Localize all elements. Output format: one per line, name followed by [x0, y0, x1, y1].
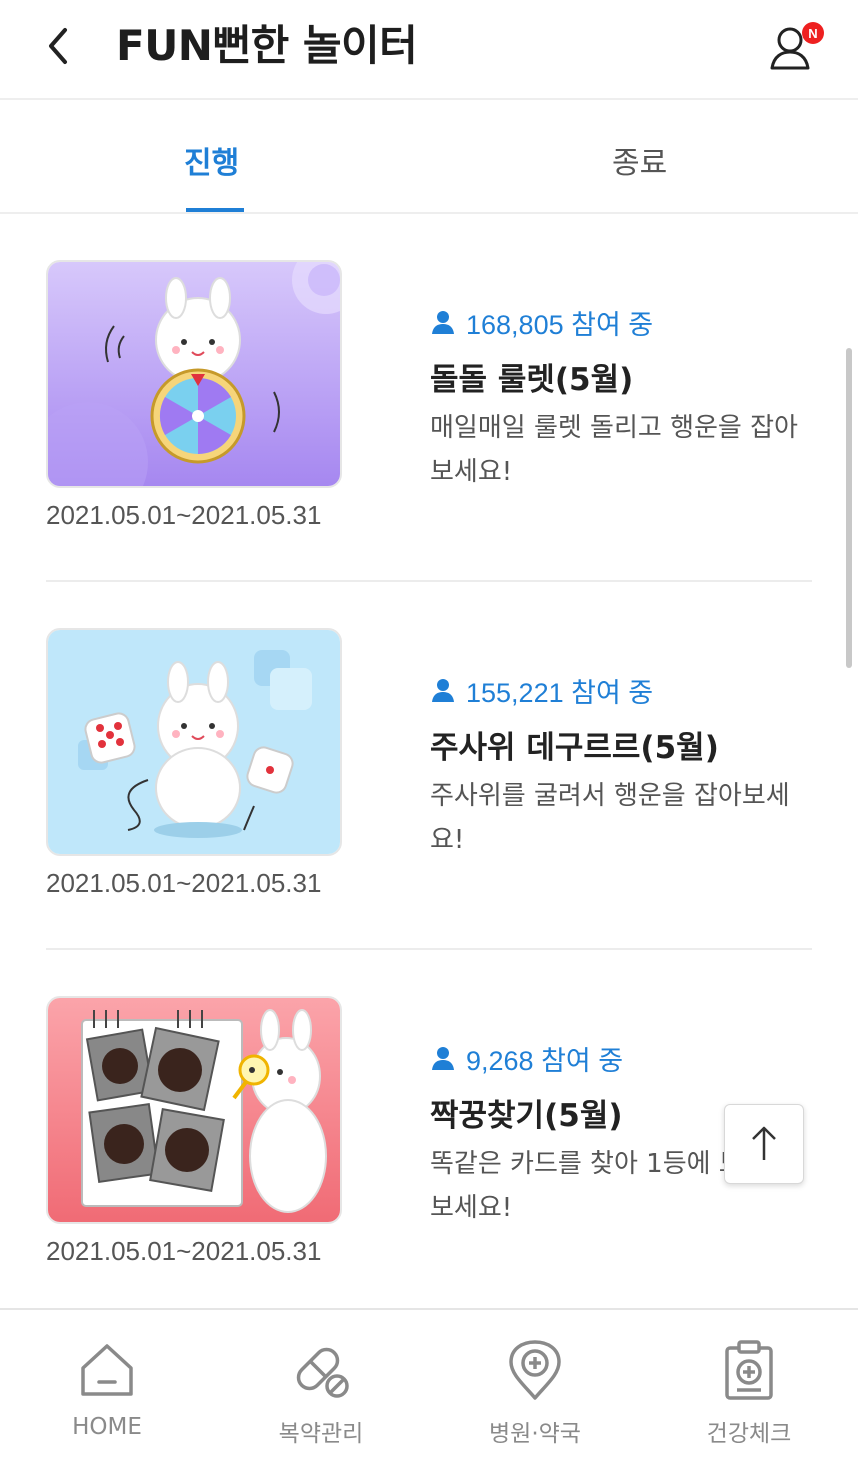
list-item[interactable]: 2021.05.01~2021.05.31 168,805 참여 중 돌돌 룰렛…	[46, 214, 812, 582]
event-period: 2021.05.01~2021.05.31	[46, 500, 322, 530]
profile-button[interactable]: N	[768, 22, 824, 74]
item-title[interactable]: 돌돌 룰렛(5월)	[430, 360, 820, 400]
person-icon	[432, 679, 454, 702]
nav-home[interactable]: HOME	[0, 1310, 214, 1470]
scroll-to-top-button[interactable]	[724, 1104, 804, 1184]
item-description: 매일매일 룰렛 돌리고 행운을 잡아보세요!	[430, 413, 798, 487]
item-info: 155,221 참여 중 주사위 데구르르(5월) 주사위를 굴려서 행운을 잡…	[430, 672, 820, 862]
location-pin-plus-icon	[509, 1340, 561, 1400]
participant-text: 168,805 참여 중	[466, 309, 654, 340]
arrow-up-icon	[752, 1126, 776, 1160]
list-item[interactable]: 2021.05.01~2021.05.31 155,221 참여 중 주사위 데…	[46, 582, 812, 950]
nav-label: 복약관리	[278, 1421, 364, 1447]
participant-count: 168,805 참여 중	[430, 304, 820, 340]
notification-badge: N	[802, 22, 824, 44]
nav-label: 병원·약국	[489, 1421, 581, 1447]
participant-text: 155,221 참여 중	[466, 677, 654, 708]
clipboard-plus-icon	[725, 1340, 773, 1400]
roulette-thumbnail[interactable]	[46, 260, 342, 488]
tab-ended[interactable]: 종료	[612, 144, 667, 184]
app-header: FUN뻔한 놀이터 N	[0, 0, 858, 100]
person-icon	[432, 1047, 454, 1070]
item-description: 주사위를 굴려서 행운을 잡아보세요!	[430, 781, 790, 855]
nav-label: 건강체크	[706, 1421, 792, 1447]
participant-count: 9,268 참여 중	[430, 1040, 820, 1076]
tab-bar: 진행 종료	[0, 100, 858, 214]
nav-label: HOME	[72, 1414, 142, 1440]
bottom-nav: HOME 복약관리 병원·약국 건강체크	[0, 1308, 858, 1471]
nav-hospital-pharmacy[interactable]: 병원·약국	[428, 1310, 642, 1470]
person-icon	[432, 311, 454, 334]
event-period: 2021.05.01~2021.05.31	[46, 1236, 322, 1266]
dice-thumbnail[interactable]	[46, 628, 342, 856]
list-item[interactable]: 2021.05.01~2021.05.31 9,268 참여 중 짝꿍찾기(5월…	[46, 950, 812, 1318]
pill-icon	[296, 1347, 349, 1398]
tab-ongoing[interactable]: 진행	[184, 144, 239, 184]
home-icon	[81, 1344, 133, 1396]
card-match-thumbnail[interactable]	[46, 996, 342, 1224]
nav-health-check[interactable]: 건강체크	[642, 1310, 856, 1470]
scrollbar[interactable]	[846, 348, 852, 668]
event-period: 2021.05.01~2021.05.31	[46, 868, 322, 898]
nav-medication[interactable]: 복약관리	[214, 1310, 428, 1470]
active-tab-indicator	[186, 208, 244, 212]
participant-text: 9,268 참여 중	[466, 1045, 624, 1076]
participant-count: 155,221 참여 중	[430, 672, 820, 708]
back-button[interactable]	[36, 20, 80, 72]
item-title[interactable]: 주사위 데구르르(5월)	[430, 728, 820, 768]
chevron-left-icon	[49, 28, 67, 64]
item-info: 168,805 참여 중 돌돌 룰렛(5월) 매일매일 룰렛 돌리고 행운을 잡…	[430, 304, 820, 494]
page-title: FUN뻔한 놀이터	[116, 21, 418, 70]
